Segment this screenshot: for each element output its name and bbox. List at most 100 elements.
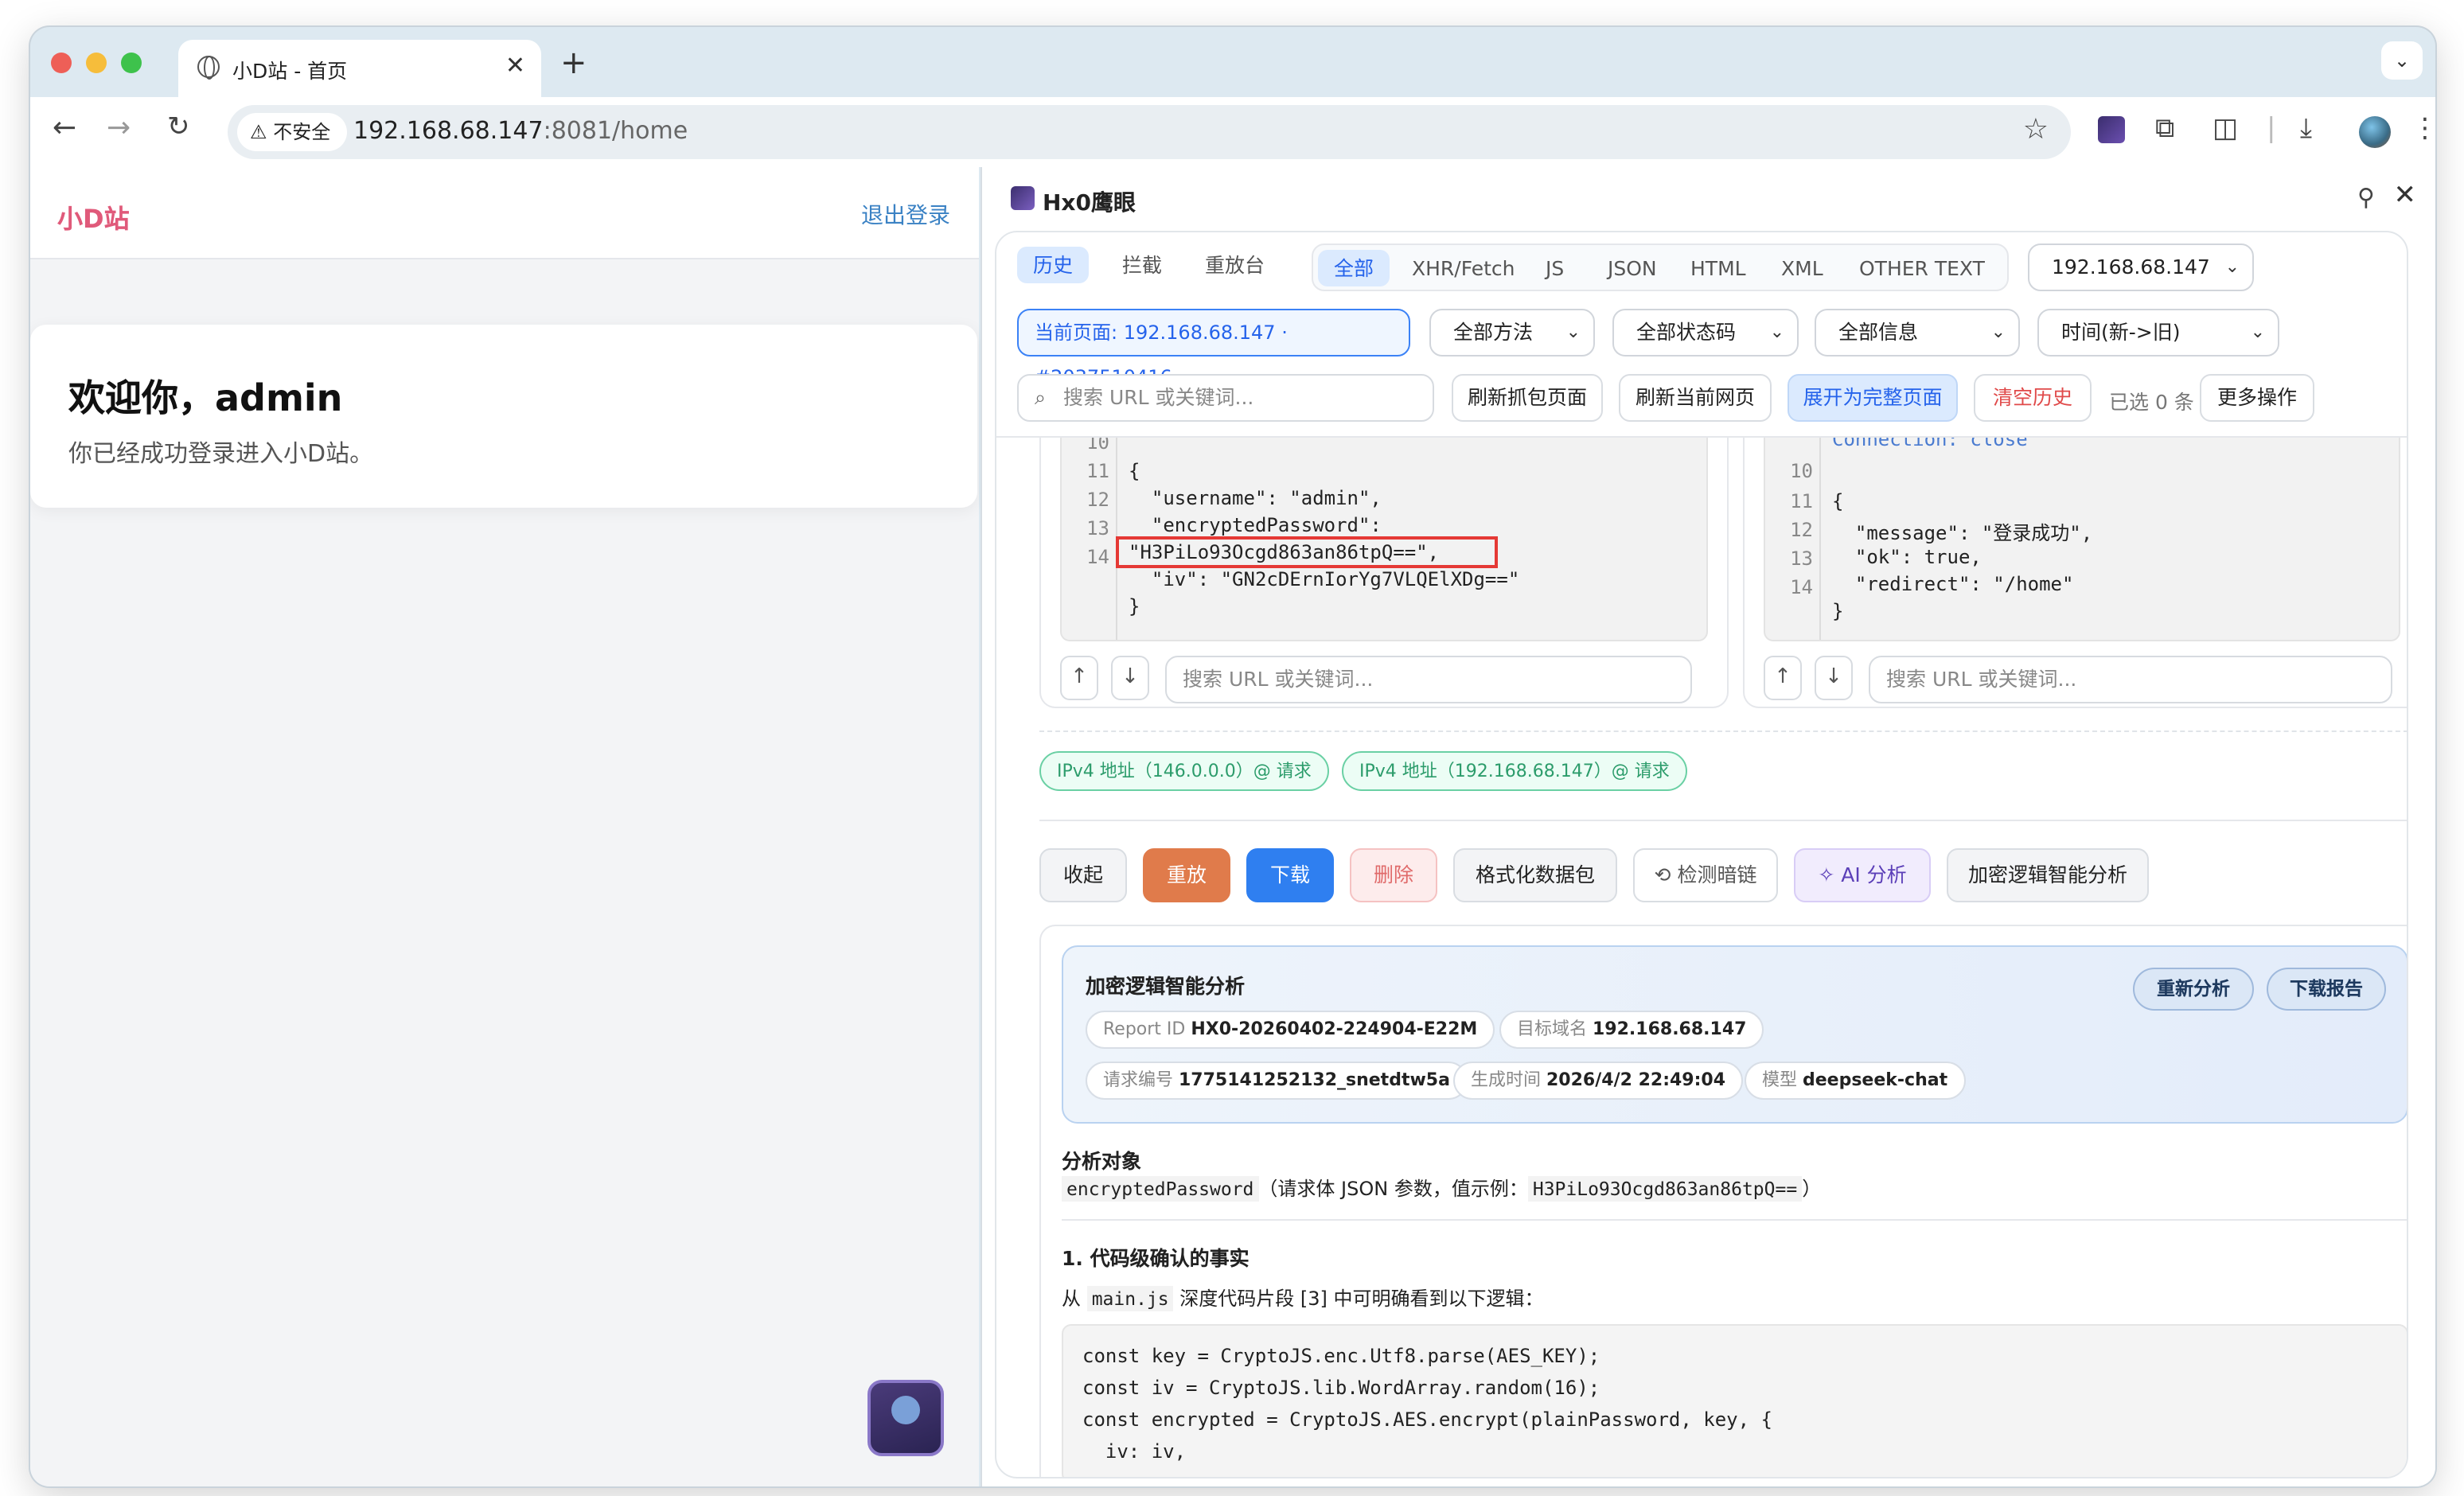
host-select[interactable]: 192.168.68.147 ⌄ [2028, 243, 2254, 291]
side-panel-icon[interactable]: ◫ [2213, 113, 2238, 145]
line-number: 12 [1086, 489, 1109, 511]
info-select[interactable]: 全部信息 ⌄ [1815, 309, 2020, 356]
chevron-down-icon: ⌄ [1769, 321, 1784, 342]
new-tab-button[interactable]: + [560, 43, 587, 81]
site-header: 小D站 退出登录 [30, 167, 979, 259]
current-page-chip[interactable]: 当前页面: 192.168.68.147 · #2037510416 [1017, 309, 1410, 388]
chevron-down-icon: ⌄ [2224, 256, 2240, 277]
filter-js[interactable]: JS [1530, 250, 1580, 286]
warning-icon: ⚠ [250, 121, 267, 143]
bookmark-star-icon[interactable]: ☆ [2023, 113, 2049, 146]
sort-select[interactable]: 时间(新->旧) ⌄ [2037, 309, 2279, 356]
browser-window: 小D站 - 首页 ✕ + ⌄ ← → ↻ ⚠ 不安全 192.168.68.14… [30, 27, 2435, 1486]
sort-select-value: 时间(新->旧) [2061, 320, 2181, 344]
reload-icon[interactable]: ↻ [167, 111, 190, 143]
code-line: const key = CryptoJS.enc.Utf8.parse(AES_… [1082, 1345, 1600, 1367]
tab-close-icon[interactable]: ✕ [505, 51, 525, 80]
tag-value: 2026/4/2 22:49:04 [1546, 1069, 1726, 1090]
address-bar[interactable]: ⚠ 不安全 192.168.68.147:8081/home ☆ [228, 105, 2071, 159]
site-brand[interactable]: 小D站 [57, 197, 130, 236]
filter-json[interactable]: JSON [1592, 250, 1673, 286]
filter-other[interactable]: OTHER TEXT [1843, 250, 2001, 286]
line-number: 10 [1790, 460, 1813, 482]
download-report-button[interactable]: 下载报告 [2267, 968, 2386, 1011]
tag-value: 192.168.68.147 [1593, 1019, 1747, 1039]
tab-search-button[interactable]: ⌄ [2381, 41, 2423, 80]
request-search-input[interactable]: 搜索 URL 或关键词... [1165, 656, 1692, 703]
hawkeye-mascot-icon[interactable] [867, 1380, 944, 1456]
tab-replay[interactable]: 重放台 [1189, 247, 1281, 283]
tag-label: 生成时间 [1471, 1069, 1541, 1090]
filter-xml[interactable]: XML [1765, 250, 1839, 286]
collapse-button[interactable]: 收起 [1039, 848, 1127, 902]
line-number: 10 [1086, 438, 1109, 454]
filter-xhr[interactable]: XHR/Fetch [1396, 250, 1531, 286]
replay-button[interactable]: 重放 [1143, 848, 1230, 902]
filter-all[interactable]: 全部 [1318, 250, 1390, 286]
reanalyze-button[interactable]: 重新分析 [2133, 968, 2254, 1011]
close-panel-icon[interactable]: ✕ [2394, 180, 2417, 212]
tag-value: HX0-20260402-224904-E22M [1191, 1019, 1478, 1039]
browser-toolbar: ← → ↻ ⚠ 不安全 192.168.68.147:8081/home ☆ ⧉… [30, 97, 2435, 167]
code-line: Connection: close [1832, 438, 2028, 450]
refresh-capture-button[interactable]: 刷新抓包页面 [1452, 374, 1603, 422]
request-id-tag: 请求编号 1775141252132_snetdtw5a [1086, 1062, 1468, 1100]
code-line: const iv = CryptoJS.lib.WordArray.random… [1082, 1377, 1600, 1399]
maximize-window-button[interactable] [121, 53, 142, 73]
delete-button[interactable]: 删除 [1350, 848, 1437, 902]
ipv4-chip[interactable]: IPv4 地址（146.0.0.0）@ 请求 [1039, 751, 1329, 791]
status-select[interactable]: 全部状态码 ⌄ [1612, 309, 1799, 356]
hx0-extension-icon[interactable] [2098, 116, 2125, 143]
ipv4-chip[interactable]: IPv4 地址（192.168.68.147）@ 请求 [1342, 751, 1687, 791]
tab-intercept[interactable]: 拦截 [1106, 247, 1178, 283]
extensions-puzzle-icon[interactable]: ⧉ [2155, 113, 2174, 145]
browser-tab[interactable]: 小D站 - 首页 ✕ [178, 40, 541, 97]
back-icon[interactable]: ← [53, 111, 76, 145]
filter-html[interactable]: HTML [1675, 250, 1762, 286]
prev-match-button[interactable]: ↑ [1060, 656, 1098, 700]
url-text[interactable]: 192.168.68.147:8081/home [353, 116, 688, 145]
url-host: 192.168.68.147 [353, 116, 544, 145]
method-select[interactable]: 全部方法 ⌄ [1429, 309, 1595, 356]
more-actions-button[interactable]: 更多操作 [2200, 374, 2314, 422]
next-match-button[interactable]: ↓ [1111, 656, 1149, 700]
format-packet-button[interactable]: 格式化数据包 [1453, 848, 1617, 902]
download-button[interactable]: 下载 [1246, 848, 1334, 902]
sparkle-icon: ✧ [1818, 863, 1842, 886]
divider [1062, 1219, 2407, 1221]
line-number: 13 [1086, 517, 1109, 540]
search-icon: ⌕ [1035, 385, 1047, 409]
code-line: { [1129, 460, 1140, 482]
globe-icon [197, 56, 220, 80]
download-icon[interactable]: ⤓ [2300, 113, 2312, 145]
ai-analysis-button[interactable]: ✧ AI 分析 [1794, 848, 1931, 902]
prev-match-button[interactable]: ↑ [1764, 656, 1802, 700]
detect-dark-link-button[interactable]: ⟲ 检测暗链 [1633, 848, 1778, 902]
security-chip[interactable]: ⚠ 不安全 [237, 113, 347, 151]
minimize-window-button[interactable] [86, 53, 107, 73]
logout-link[interactable]: 退出登录 [861, 199, 950, 231]
hx0-side-panel: Hx0鹰眼 ⚲ ✕ 历史 拦截 重放台 全部 XHR/Fetch JS JSON… [981, 167, 2435, 1486]
response-search-input[interactable]: 搜索 URL 或关键词... [1869, 656, 2392, 703]
welcome-subtitle: 你已经成功登录进入小D站。 [68, 439, 374, 468]
crypto-analysis-button[interactable]: 加密逻辑智能分析 [1947, 848, 2149, 902]
code-line: "encryptedPassword": [1129, 514, 1382, 536]
refresh-page-button[interactable]: 刷新当前网页 [1619, 374, 1772, 422]
forward-icon[interactable]: → [107, 111, 131, 145]
target-end: ） [1802, 1178, 1822, 1200]
panel-body: 历史 拦截 重放台 全部 XHR/Fetch JS JSON HTML XML … [995, 231, 2408, 1478]
code-line: "iv": "GN2cDErnIorYg7VLQElXDg==" [1129, 568, 1520, 590]
close-window-button[interactable] [51, 53, 72, 73]
divider: | [2267, 113, 2276, 145]
kebab-menu-icon[interactable]: ⋮ [2411, 113, 2435, 145]
panel-title: Hx0鹰眼 [1043, 191, 1136, 216]
tag-label: 模型 [1762, 1069, 1797, 1090]
next-match-button[interactable]: ↓ [1815, 656, 1853, 700]
file-code: main.js [1086, 1286, 1174, 1311]
clear-history-button[interactable]: 清空历史 [1974, 374, 2092, 422]
profile-avatar[interactable] [2359, 116, 2391, 148]
unpin-icon[interactable]: ⚲ [2357, 183, 2375, 212]
history-search-input[interactable]: ⌕ 搜索 URL 或关键词... [1017, 374, 1434, 422]
tab-history[interactable]: 历史 [1017, 247, 1090, 283]
expand-full-button[interactable]: 展开为完整页面 [1788, 374, 1958, 422]
